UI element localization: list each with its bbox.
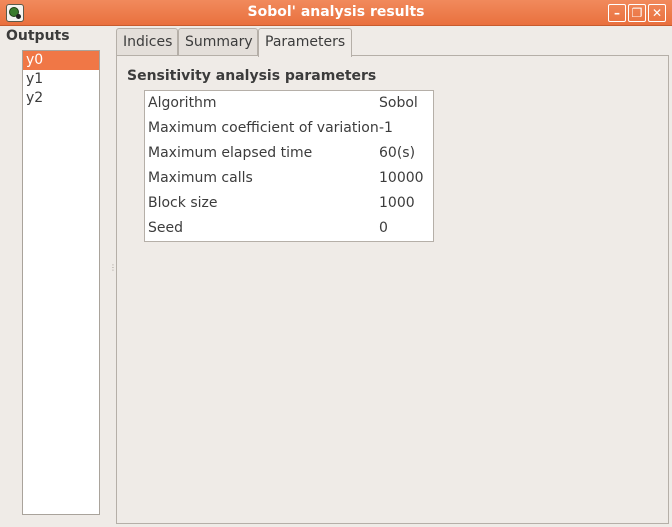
param-value: -1 <box>379 120 393 136</box>
outputs-list[interactable]: y0 y1 y2 <box>22 50 100 515</box>
close-button[interactable]: ✕ <box>648 4 666 22</box>
param-value: 10000 <box>379 170 424 186</box>
window-title: Sobol' analysis results <box>247 4 425 20</box>
title-bar[interactable]: Sobol' analysis results – ❐ ✕ <box>0 0 672 26</box>
param-key: Block size <box>148 195 218 211</box>
param-value: 1000 <box>379 195 415 211</box>
table-row: Block size 1000 <box>145 191 433 216</box>
table-row: Seed 0 <box>145 216 433 241</box>
outputs-label: Outputs <box>6 28 70 44</box>
list-item-y0[interactable]: y0 <box>23 51 99 70</box>
minimize-button[interactable]: – <box>608 4 626 22</box>
table-row: Maximum coefficient of variation -1 <box>145 116 433 141</box>
section-title: Sensitivity analysis parameters <box>127 68 377 84</box>
param-key: Maximum coefficient of variation <box>148 120 379 136</box>
parameters-panel: Sensitivity analysis parameters Algorith… <box>116 55 669 524</box>
param-key: Seed <box>148 220 183 236</box>
table-row: Maximum calls 10000 <box>145 166 433 191</box>
param-value: Sobol <box>379 95 418 111</box>
tab-summary[interactable]: Summary <box>178 28 258 56</box>
param-key: Maximum elapsed time <box>148 145 313 161</box>
maximize-button[interactable]: ❐ <box>628 4 646 22</box>
param-value: 0 <box>379 220 388 236</box>
splitter-handle[interactable]: ⋮ <box>109 264 117 280</box>
parameters-table: Algorithm Sobol Maximum coefficient of v… <box>144 90 434 242</box>
param-value: 60(s) <box>379 145 416 161</box>
list-item-y1[interactable]: y1 <box>23 70 99 89</box>
table-row: Maximum elapsed time 60(s) <box>145 141 433 166</box>
param-key: Algorithm <box>148 95 217 111</box>
results-window: Sobol' analysis results – ❐ ✕ Outputs y0… <box>0 0 672 527</box>
param-key: Maximum calls <box>148 170 253 186</box>
table-row: Algorithm Sobol <box>145 91 433 116</box>
tab-indices[interactable]: Indices <box>116 28 178 56</box>
tab-parameters[interactable]: Parameters <box>258 28 352 57</box>
list-item-y2[interactable]: y2 <box>23 89 99 108</box>
